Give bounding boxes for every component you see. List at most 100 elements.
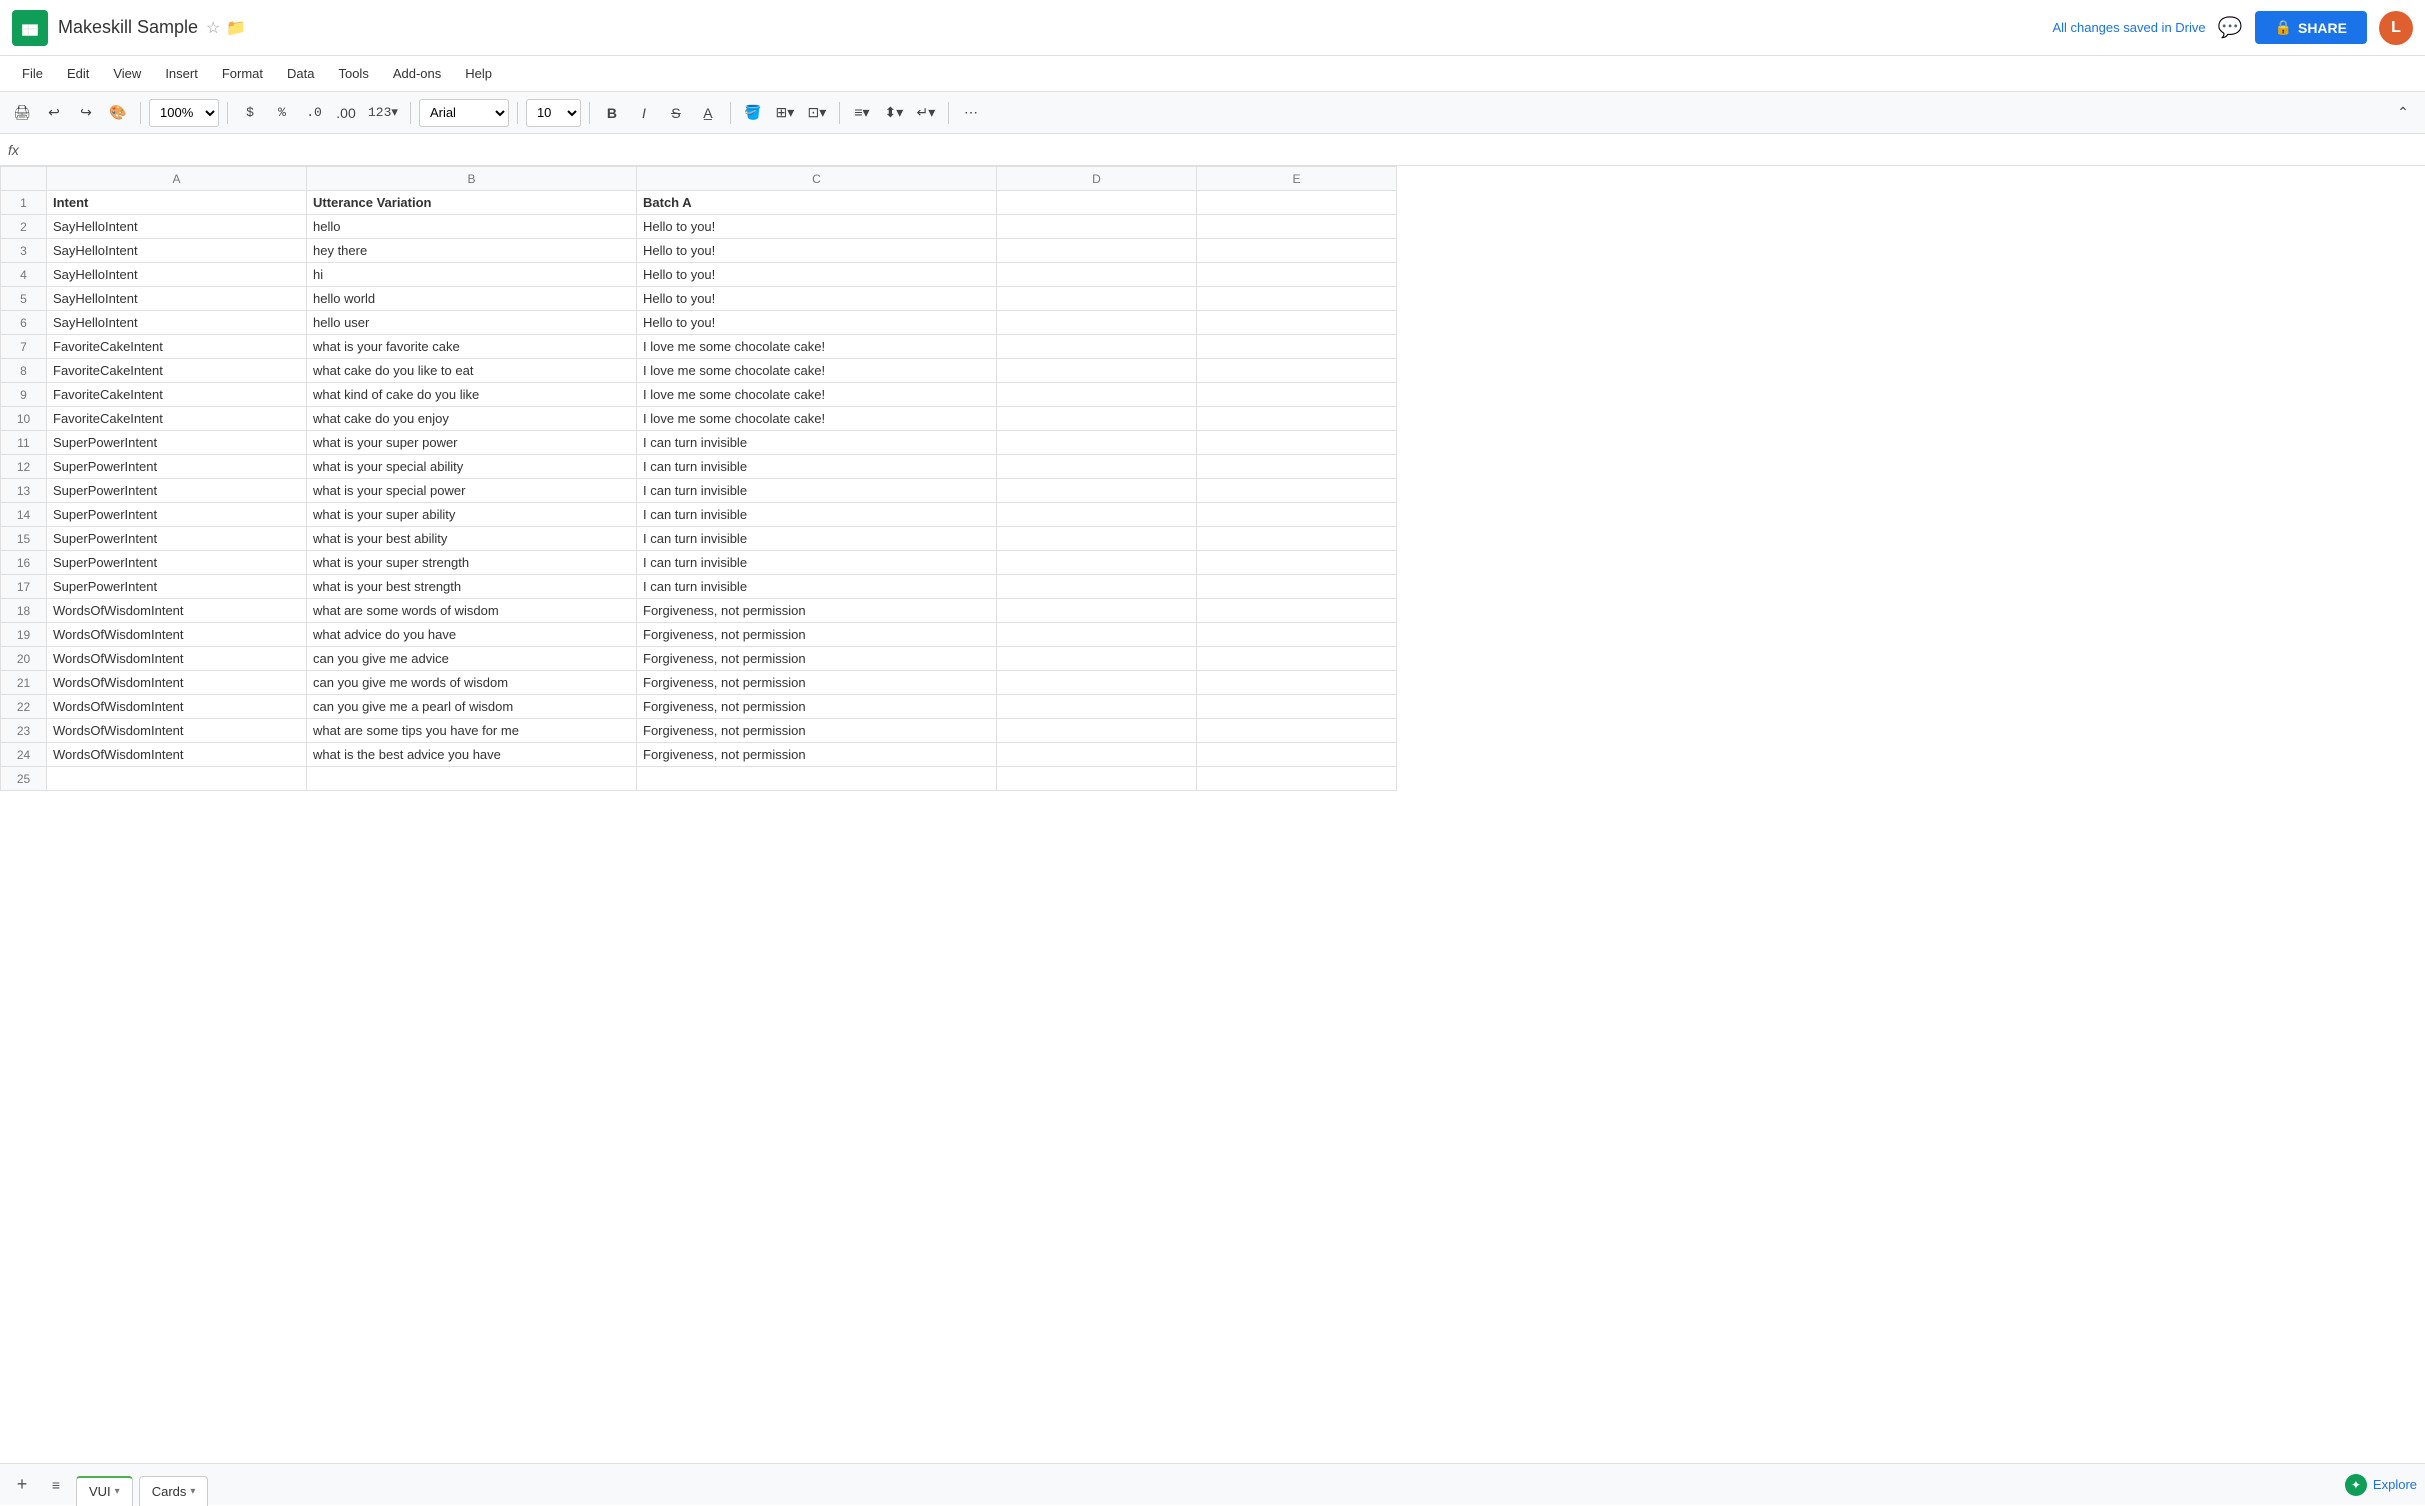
cell-9-c[interactable]: I love me some chocolate cake! xyxy=(637,383,997,407)
cell-9-b[interactable]: what kind of cake do you like xyxy=(307,383,637,407)
cell-15-d[interactable] xyxy=(997,527,1197,551)
cell-8-c[interactable]: I love me some chocolate cake! xyxy=(637,359,997,383)
cell-24-e[interactable] xyxy=(1197,743,1397,767)
sheet-tab-cards-arrow[interactable]: ▾ xyxy=(190,1486,195,1497)
cell-25-a[interactable] xyxy=(47,767,307,791)
sheets-list-button[interactable]: ≡ xyxy=(42,1471,70,1499)
cell-3-d[interactable] xyxy=(997,239,1197,263)
cell-25-e[interactable] xyxy=(1197,767,1397,791)
undo-button[interactable]: ↩ xyxy=(40,99,68,127)
align-button[interactable]: ≡▾ xyxy=(848,99,876,127)
menu-file[interactable]: File xyxy=(12,62,53,85)
cell-15-c[interactable]: I can turn invisible xyxy=(637,527,997,551)
redo-button[interactable]: ↪ xyxy=(72,99,100,127)
cell-21-e[interactable] xyxy=(1197,671,1397,695)
cell-1-d[interactable] xyxy=(997,191,1197,215)
cell-3-b[interactable]: hey there xyxy=(307,239,637,263)
cell-11-b[interactable]: what is your super power xyxy=(307,431,637,455)
cell-23-b[interactable]: what are some tips you have for me xyxy=(307,719,637,743)
sheet-tab-cards[interactable]: Cards ▾ xyxy=(139,1476,209,1506)
col-header-c[interactable]: C xyxy=(637,167,997,191)
table-row[interactable]: 14SuperPowerIntentwhat is your super abi… xyxy=(1,503,1397,527)
cell-3-e[interactable] xyxy=(1197,239,1397,263)
table-row[interactable]: 20WordsOfWisdomIntentcan you give me adv… xyxy=(1,647,1397,671)
table-row[interactable]: 1IntentUtterance VariationBatch A xyxy=(1,191,1397,215)
cell-4-a[interactable]: SayHelloIntent xyxy=(47,263,307,287)
cell-13-c[interactable]: I can turn invisible xyxy=(637,479,997,503)
cell-18-a[interactable]: WordsOfWisdomIntent xyxy=(47,599,307,623)
cell-5-b[interactable]: hello world xyxy=(307,287,637,311)
cell-16-c[interactable]: I can turn invisible xyxy=(637,551,997,575)
cell-20-d[interactable] xyxy=(997,647,1197,671)
cell-18-b[interactable]: what are some words of wisdom xyxy=(307,599,637,623)
cell-6-c[interactable]: Hello to you! xyxy=(637,311,997,335)
cell-1-c[interactable]: Batch A xyxy=(637,191,997,215)
cell-5-c[interactable]: Hello to you! xyxy=(637,287,997,311)
cell-8-a[interactable]: FavoriteCakeIntent xyxy=(47,359,307,383)
cell-5-a[interactable]: SayHelloIntent xyxy=(47,287,307,311)
percent-button[interactable]: % xyxy=(268,99,296,127)
table-row[interactable]: 22WordsOfWisdomIntentcan you give me a p… xyxy=(1,695,1397,719)
text-wrap-button[interactable]: ↵▾ xyxy=(912,99,940,127)
cell-25-d[interactable] xyxy=(997,767,1197,791)
cell-25-b[interactable] xyxy=(307,767,637,791)
cell-17-e[interactable] xyxy=(1197,575,1397,599)
cell-2-d[interactable] xyxy=(997,215,1197,239)
table-row[interactable]: 17SuperPowerIntentwhat is your best stre… xyxy=(1,575,1397,599)
cell-9-e[interactable] xyxy=(1197,383,1397,407)
cell-6-a[interactable]: SayHelloIntent xyxy=(47,311,307,335)
col-header-b[interactable]: B xyxy=(307,167,637,191)
cell-20-a[interactable]: WordsOfWisdomIntent xyxy=(47,647,307,671)
cell-4-b[interactable]: hi xyxy=(307,263,637,287)
cell-11-e[interactable] xyxy=(1197,431,1397,455)
table-row[interactable]: 5SayHelloIntenthello worldHello to you! xyxy=(1,287,1397,311)
strikethrough-button[interactable]: S xyxy=(662,99,690,127)
menu-data[interactable]: Data xyxy=(277,62,324,85)
cell-7-a[interactable]: FavoriteCakeIntent xyxy=(47,335,307,359)
table-row[interactable]: 15SuperPowerIntentwhat is your best abil… xyxy=(1,527,1397,551)
cell-12-d[interactable] xyxy=(997,455,1197,479)
cell-18-c[interactable]: Forgiveness, not permission xyxy=(637,599,997,623)
cell-7-b[interactable]: what is your favorite cake xyxy=(307,335,637,359)
menu-insert[interactable]: Insert xyxy=(155,62,208,85)
cell-6-e[interactable] xyxy=(1197,311,1397,335)
cell-1-b[interactable]: Utterance Variation xyxy=(307,191,637,215)
cell-19-c[interactable]: Forgiveness, not permission xyxy=(637,623,997,647)
star-icon[interactable]: ☆ xyxy=(206,18,220,38)
cell-10-c[interactable]: I love me some chocolate cake! xyxy=(637,407,997,431)
cell-20-e[interactable] xyxy=(1197,647,1397,671)
merge-button[interactable]: ⊡▾ xyxy=(803,99,831,127)
italic-button[interactable]: I xyxy=(630,99,658,127)
cell-17-c[interactable]: I can turn invisible xyxy=(637,575,997,599)
cell-11-d[interactable] xyxy=(997,431,1197,455)
table-row[interactable]: 16SuperPowerIntentwhat is your super str… xyxy=(1,551,1397,575)
table-row[interactable]: 10FavoriteCakeIntentwhat cake do you enj… xyxy=(1,407,1397,431)
cell-1-e[interactable] xyxy=(1197,191,1397,215)
cell-4-d[interactable] xyxy=(997,263,1197,287)
cell-21-c[interactable]: Forgiveness, not permission xyxy=(637,671,997,695)
table-row[interactable]: 24WordsOfWisdomIntentwhat is the best ad… xyxy=(1,743,1397,767)
menu-tools[interactable]: Tools xyxy=(328,62,378,85)
cell-23-e[interactable] xyxy=(1197,719,1397,743)
add-sheet-button[interactable]: + xyxy=(8,1471,36,1499)
cell-23-c[interactable]: Forgiveness, not permission xyxy=(637,719,997,743)
cell-19-b[interactable]: what advice do you have xyxy=(307,623,637,647)
cell-7-e[interactable] xyxy=(1197,335,1397,359)
table-row[interactable]: 18WordsOfWisdomIntentwhat are some words… xyxy=(1,599,1397,623)
cell-22-b[interactable]: can you give me a pearl of wisdom xyxy=(307,695,637,719)
vertical-align-button[interactable]: ⬍▾ xyxy=(880,99,908,127)
cell-13-a[interactable]: SuperPowerIntent xyxy=(47,479,307,503)
cell-10-a[interactable]: FavoriteCakeIntent xyxy=(47,407,307,431)
cell-25-c[interactable] xyxy=(637,767,997,791)
menu-help[interactable]: Help xyxy=(455,62,502,85)
cell-24-b[interactable]: what is the best advice you have xyxy=(307,743,637,767)
cell-14-c[interactable]: I can turn invisible xyxy=(637,503,997,527)
cell-4-e[interactable] xyxy=(1197,263,1397,287)
cell-19-a[interactable]: WordsOfWisdomIntent xyxy=(47,623,307,647)
cell-12-e[interactable] xyxy=(1197,455,1397,479)
font-size-select[interactable]: 10 8 11 12 14 xyxy=(526,99,581,127)
cell-18-e[interactable] xyxy=(1197,599,1397,623)
cell-22-d[interactable] xyxy=(997,695,1197,719)
cell-9-a[interactable]: FavoriteCakeIntent xyxy=(47,383,307,407)
cell-20-c[interactable]: Forgiveness, not permission xyxy=(637,647,997,671)
